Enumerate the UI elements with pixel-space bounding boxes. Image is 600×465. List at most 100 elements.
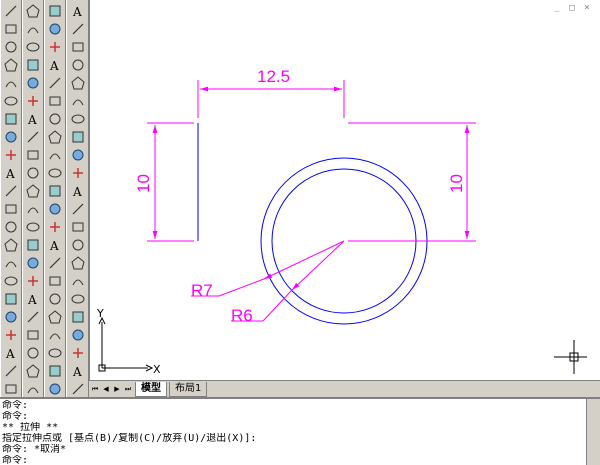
next-tab-icon[interactable]: ▶: [112, 383, 122, 396]
construction-line-icon[interactable]: [2, 21, 20, 37]
scale-icon[interactable]: [24, 129, 42, 145]
view-bottom-icon[interactable]: [69, 21, 87, 37]
zoom-window-icon[interactable]: [69, 255, 87, 271]
erase-icon[interactable]: [24, 3, 42, 19]
move-icon[interactable]: [24, 93, 42, 109]
tab-model[interactable]: 模型: [135, 381, 167, 397]
make-block-icon[interactable]: [2, 219, 20, 235]
fly-icon[interactable]: [69, 237, 87, 253]
ellipse-arc-icon[interactable]: [2, 183, 20, 199]
lengthen-icon[interactable]: [24, 309, 42, 325]
gradient-icon[interactable]: [2, 273, 20, 289]
section-icon[interactable]: [46, 147, 64, 163]
torus-icon[interactable]: [46, 93, 64, 109]
break-icon[interactable]: [24, 219, 42, 235]
prev-tab-icon[interactable]: ◀: [101, 383, 111, 396]
extrude-icon[interactable]: [46, 111, 64, 127]
box-icon[interactable]: [46, 3, 64, 19]
offset-icon[interactable]: [24, 57, 42, 73]
fillet-icon[interactable]: [24, 273, 42, 289]
radius-outer-dimension[interactable]: R7: [191, 240, 345, 300]
materials-icon[interactable]: [69, 381, 87, 397]
wipeout-icon[interactable]: [2, 363, 20, 379]
rectangle-icon[interactable]: [2, 75, 20, 91]
mtext-icon[interactable]: [2, 327, 20, 343]
view-sw-icon[interactable]: [69, 111, 87, 127]
walk-icon[interactable]: [69, 219, 87, 235]
line-icon[interactable]: [2, 3, 20, 19]
view-left-icon[interactable]: [69, 39, 87, 55]
table-icon[interactable]: [2, 309, 20, 325]
radius-inner-dimension[interactable]: R6: [231, 240, 345, 325]
last-tab-icon[interactable]: ⏭: [123, 383, 133, 396]
loft-icon[interactable]: [46, 309, 64, 325]
first-tab-icon[interactable]: ⏮: [90, 383, 100, 396]
revision-cloud-icon[interactable]: [2, 129, 20, 145]
hatch-icon[interactable]: [2, 255, 20, 271]
subtract-icon[interactable]: A: [46, 237, 64, 253]
polyline-icon[interactable]: [2, 39, 20, 55]
break-at-point-icon[interactable]: [24, 201, 42, 217]
cone-icon[interactable]: A: [46, 57, 64, 73]
command-scrollbar[interactable]: [586, 399, 600, 465]
polysolid-icon[interactable]: [46, 345, 64, 361]
sphere-icon[interactable]: [46, 21, 64, 37]
point-icon[interactable]: [2, 237, 20, 253]
view-right-icon[interactable]: [69, 57, 87, 73]
view-ne-icon[interactable]: [69, 147, 87, 163]
command-window[interactable]: 命令: 命令: ** 拉伸 ** 指定拉伸点或 [基点(B)/复制(C)/放弃(…: [0, 397, 600, 465]
text-align-icon[interactable]: [46, 363, 64, 379]
vertical-scrollbar[interactable]: [586, 16, 600, 380]
pan-icon[interactable]: [69, 291, 87, 307]
measure-icon[interactable]: [24, 345, 42, 361]
align-icon[interactable]: [24, 327, 42, 343]
extend-icon[interactable]: [24, 183, 42, 199]
join-icon[interactable]: [24, 237, 42, 253]
view-back-icon[interactable]: [69, 93, 87, 109]
wedge-icon[interactable]: [46, 75, 64, 91]
zoom-extents-icon[interactable]: [69, 273, 87, 289]
slice-icon[interactable]: [46, 165, 64, 181]
dimension-right-vertical[interactable]: 10: [348, 122, 476, 242]
arc-icon[interactable]: [2, 93, 20, 109]
setup-icon[interactable]: [46, 201, 64, 217]
planar-icon[interactable]: [46, 327, 64, 343]
polygon-icon[interactable]: [2, 57, 20, 73]
stretch-icon[interactable]: [24, 147, 42, 163]
command-input[interactable]: 命令:: [2, 455, 598, 465]
text-icon[interactable]: [69, 345, 87, 361]
circle-icon[interactable]: [2, 111, 20, 127]
view-nw-icon[interactable]: [69, 165, 87, 181]
interfere-icon[interactable]: [46, 183, 64, 199]
text-style-icon[interactable]: [24, 363, 42, 379]
view-front-icon[interactable]: [69, 75, 87, 91]
mirror-icon[interactable]: [24, 39, 42, 55]
3d-orbit-icon[interactable]: [69, 309, 87, 325]
intersect-icon[interactable]: [46, 255, 64, 271]
insert-block-icon[interactable]: [2, 201, 20, 217]
flatshot-icon[interactable]: [46, 273, 64, 289]
region-icon[interactable]: [2, 291, 20, 307]
properties-icon[interactable]: [69, 327, 87, 343]
revolve-icon[interactable]: [46, 129, 64, 145]
sweep-icon[interactable]: [46, 291, 64, 307]
spline-icon[interactable]: [2, 147, 20, 163]
rotate-icon[interactable]: A: [24, 111, 42, 127]
donut-icon[interactable]: [2, 381, 20, 397]
array-icon[interactable]: [24, 75, 42, 91]
explode-icon[interactable]: A: [24, 291, 42, 307]
chamfer-icon[interactable]: [24, 255, 42, 271]
ellipse-icon[interactable]: A: [2, 165, 20, 181]
camera-icon[interactable]: A: [69, 183, 87, 199]
drawing-canvas[interactable]: _ □ × 12.5 10 10 R7 R6 Y X: [89, 0, 600, 380]
orbit-icon[interactable]: [69, 201, 87, 217]
visual-style-icon[interactable]: A: [69, 363, 87, 379]
dim-style-icon[interactable]: [24, 381, 42, 397]
tab-layout1[interactable]: 布局1: [169, 381, 208, 397]
dimension-horizontal[interactable]: 12.5: [197, 67, 345, 118]
copy-icon[interactable]: [24, 21, 42, 37]
trim-icon[interactable]: [24, 165, 42, 181]
view-se-icon[interactable]: [69, 129, 87, 145]
render-icon[interactable]: [46, 381, 64, 397]
dimension-left-vertical[interactable]: 10: [134, 122, 194, 242]
